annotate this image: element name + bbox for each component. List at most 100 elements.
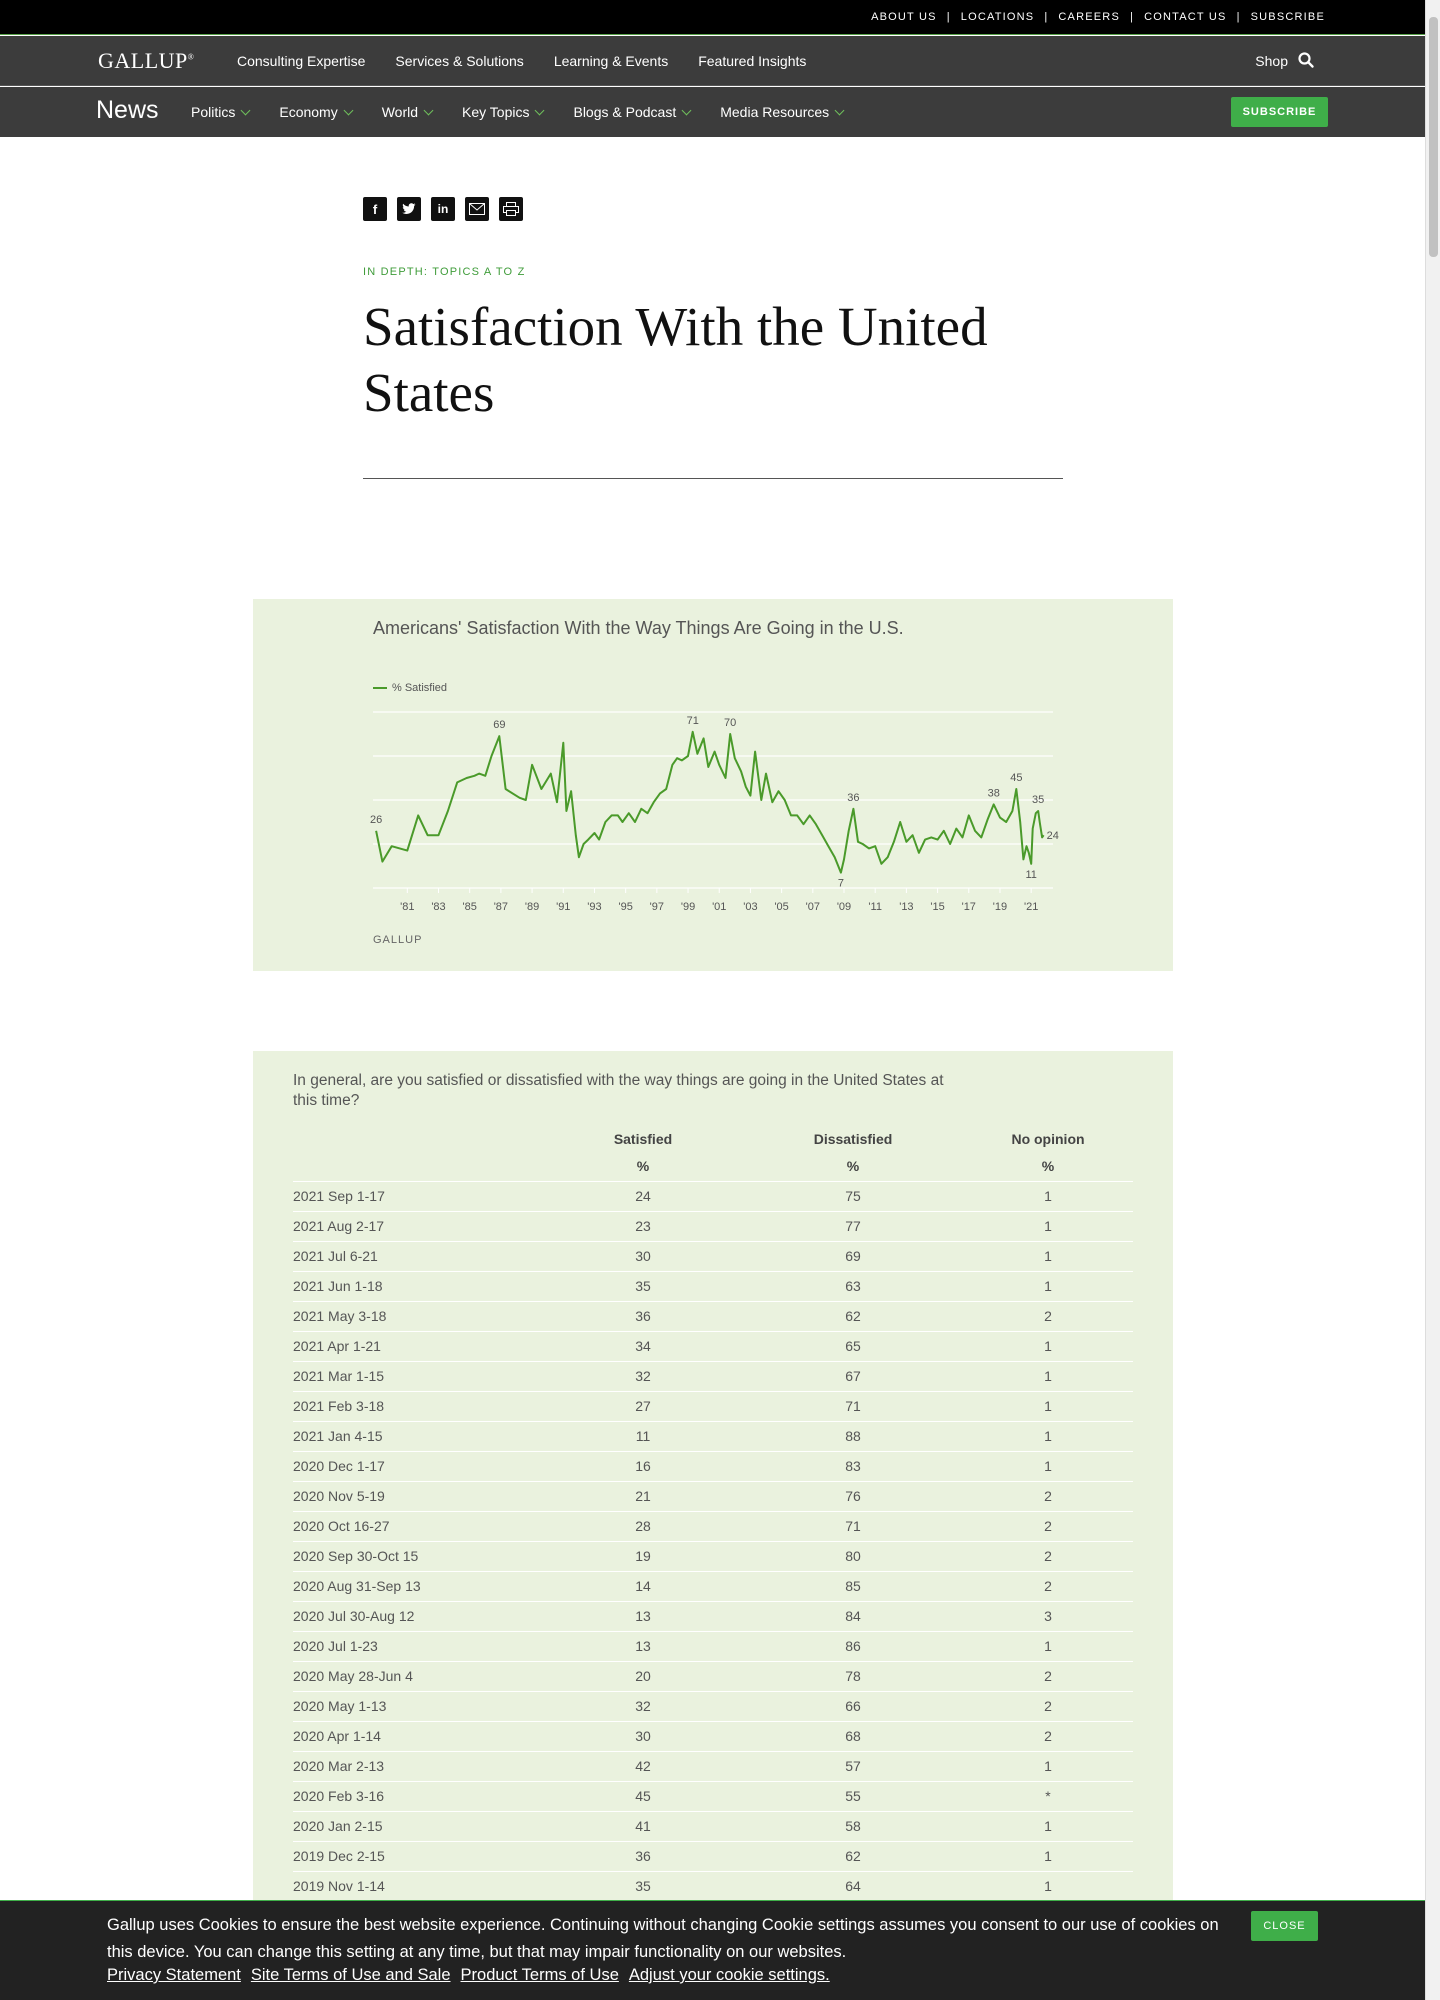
table-row: 2021 Jul 6-21 30 69 1 [293,1240,1133,1271]
table-row: 2021 Jan 4-15 11 88 1 [293,1420,1133,1451]
unit-cell: % [1041,1158,1055,1175]
cookie-settings-link[interactable]: Adjust your cookie settings. [629,1966,830,1985]
line-chart: '81 '83 '85 '87 '89 '91 '93 '95 '97 '99 '01 '03 '05 '… [370,711,1059,913]
date-cell: 2020 Feb 3-16 [293,1780,543,1811]
divider: | [1130,11,1135,23]
news-title[interactable]: News [96,96,159,125]
nav-learning-events[interactable]: Learning & Events [554,53,668,69]
table-row: 2021 Apr 1-21 34 65 1 [293,1330,1133,1361]
x-tick-label: '95 [618,901,632,913]
value-cell: 21 [543,1480,743,1511]
util-link-locations[interactable]: LOCATIONS [961,11,1035,23]
print-icon[interactable] [499,197,523,221]
cookie-banner: Gallup uses Cookies to ensure the best w… [0,1900,1425,2000]
article-kicker[interactable]: IN DEPTH: TOPICS A TO Z [363,266,526,278]
value-cell: 34 [543,1330,743,1361]
table-row: 2021 Mar 1-15 32 67 1 [293,1360,1133,1391]
util-link-subscribe[interactable]: SUBSCRIBE [1251,11,1325,23]
value-cell: 1 [963,1210,1133,1241]
x-tick-label: '07 [806,901,820,913]
facebook-icon[interactable]: f [363,197,387,221]
data-label: 69 [493,719,505,731]
x-tick-label: '21 [1024,901,1038,913]
series-line-satisfied [375,730,1045,874]
table-row: 2020 Apr 1-14 30 68 2 [293,1720,1133,1751]
value-cell: 85 [743,1570,963,1601]
x-tick-label: '15 [930,901,944,913]
value-cell: 1 [963,1840,1133,1871]
data-label: 24 [1047,830,1059,842]
value-cell: 36 [543,1300,743,1331]
table-row: 2019 Nov 1-14 35 64 1 [293,1870,1133,1901]
news-categories: Politics Economy World Key Topics Blogs … [191,104,873,120]
value-cell: 14 [543,1570,743,1601]
news-cat-world[interactable]: World [382,104,434,120]
value-cell: 1 [963,1240,1133,1271]
site-terms-link[interactable]: Site Terms of Use and Sale [251,1966,451,1985]
table-row: 2020 Aug 31-Sep 13 14 85 2 [293,1570,1133,1601]
news-cat-key-topics[interactable]: Key Topics [462,104,545,120]
value-cell: 1 [963,1810,1133,1841]
table-row: 2021 Feb 3-18 27 71 1 [293,1390,1133,1421]
x-tick-label: '09 [837,901,851,913]
value-cell: 68 [743,1720,963,1751]
data-label: 70 [724,717,736,729]
util-link-about[interactable]: ABOUT US [871,11,937,23]
value-cell: 65 [743,1330,963,1361]
date-cell: 2020 Dec 1-17 [293,1450,543,1481]
twitter-icon[interactable] [397,197,421,221]
scrollbar[interactable] [1425,0,1440,2000]
table-row: 2020 Sep 30-Oct 15 19 80 2 [293,1540,1133,1571]
data-label: 11 [1025,869,1036,881]
value-cell: 62 [743,1840,963,1871]
value-cell: 24 [543,1180,743,1211]
table-row: 2020 Mar 2-13 42 57 1 [293,1750,1133,1781]
email-icon[interactable] [465,197,489,221]
nav-services-solutions[interactable]: Services & Solutions [395,53,523,69]
table-row: 2021 May 3-18 36 62 2 [293,1300,1133,1331]
util-link-careers[interactable]: CAREERS [1058,11,1120,23]
share-bar: f in [363,197,533,221]
news-cat-blogs-podcast[interactable]: Blogs & Podcast [573,104,692,120]
value-cell: 19 [543,1540,743,1571]
value-cell: 32 [543,1690,743,1721]
divider: | [1044,11,1049,23]
news-nav: News Politics Economy World Key Topics B… [0,87,1425,137]
date-cell: 2021 Mar 1-15 [293,1360,543,1391]
table-row: 2021 Jun 1-18 35 63 1 [293,1270,1133,1301]
linkedin-icon[interactable]: in [431,197,455,221]
news-cat-politics[interactable]: Politics [191,104,251,120]
x-tick-label: '17 [962,901,976,913]
page-title: Satisfaction With the United States [363,296,988,423]
table-row: 2020 Feb 3-16 45 55 * [293,1780,1133,1811]
news-cat-economy[interactable]: Economy [279,104,354,120]
value-cell: 20 [543,1660,743,1691]
value-cell: 57 [743,1750,963,1781]
value-cell: 11 [543,1420,743,1451]
privacy-statement-link[interactable]: Privacy Statement [107,1966,241,1985]
cookie-close-button[interactable]: CLOSE [1251,1911,1318,1941]
nav-consulting-expertise[interactable]: Consulting Expertise [237,53,365,69]
table-row: 2019 Dec 2-15 36 62 1 [293,1840,1133,1871]
gallup-logo[interactable]: GALLUP® [98,48,194,74]
value-cell: 16 [543,1450,743,1481]
scrollbar-thumb[interactable] [1429,17,1438,257]
nav-shop[interactable]: Shop [1255,53,1288,69]
value-cell: * [963,1780,1133,1811]
value-cell: 2 [963,1690,1133,1721]
x-tick-label: '05 [774,901,788,913]
utility-bar: ABOUT US | LOCATIONS | CAREERS | CONTACT… [0,0,1425,35]
nav-featured-insights[interactable]: Featured Insights [698,53,806,69]
news-cat-media-resources[interactable]: Media Resources [720,104,845,120]
util-link-contact[interactable]: CONTACT US [1144,11,1227,23]
x-tick-label: '83 [431,901,445,913]
value-cell: 1 [963,1390,1133,1421]
search-icon[interactable] [1297,51,1315,69]
value-cell: 1 [963,1330,1133,1361]
value-cell: 30 [543,1240,743,1271]
date-cell: 2020 Jul 1-23 [293,1630,543,1661]
subscribe-button[interactable]: SUBSCRIBE [1231,97,1328,127]
data-table: Satisfied Dissatisfied No opinion %%% 202… [293,1125,1133,1901]
product-terms-link[interactable]: Product Terms of Use [461,1966,619,1985]
value-cell: 66 [743,1690,963,1721]
